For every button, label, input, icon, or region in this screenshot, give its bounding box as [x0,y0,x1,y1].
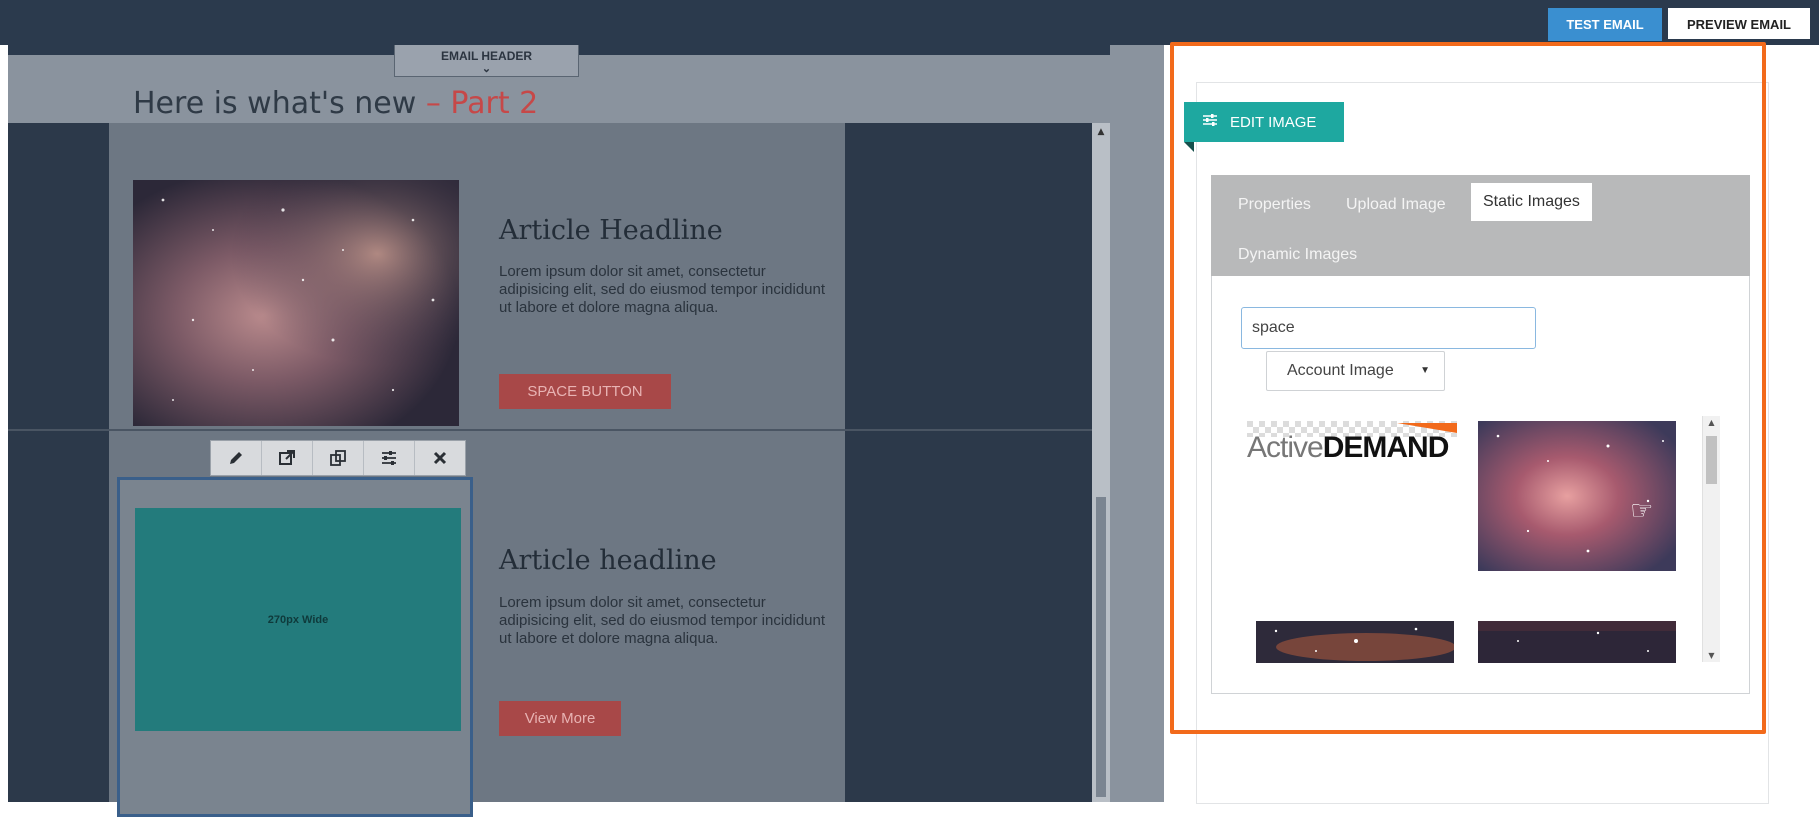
image-source-value: Account Image [1287,362,1394,379]
email-header-label: EMAIL HEADER [440,49,533,63]
caret-down-icon: ▼ [1420,365,1430,376]
image-source-select[interactable]: Account Image ▼ [1266,351,1445,391]
ribbon-fold [1184,142,1194,152]
gallery-scrollbar-thumb[interactable] [1706,436,1717,484]
editor-scrollbar[interactable]: ▲ [1092,123,1110,802]
edit-image-header: EDIT IMAGE [1184,102,1344,152]
email-header-toggle[interactable]: EMAIL HEADER ⌄ [394,45,579,77]
section-divider [8,429,1092,431]
block-toolbar [210,440,466,476]
section-title: Here is what's new – Part 2 [133,86,538,121]
image-placeholder[interactable]: 270px Wide [135,508,461,731]
top-bar [0,0,1819,45]
sliders-icon [1202,113,1218,131]
space-button[interactable]: SPACE BUTTON [499,374,671,409]
pencil-icon[interactable] [211,441,262,475]
scroll-up-icon[interactable]: ▲ [1703,418,1720,427]
placeholder-label: 270px Wide [267,613,329,626]
article-body-2[interactable]: Lorem ipsum dolor sit amet, consectetur … [499,594,829,648]
sliders-icon[interactable] [364,441,415,475]
scrollbar-thumb[interactable] [1096,497,1106,797]
section-title-main: Here is what's new [133,86,417,121]
section-title-part: Part 2 [450,86,539,121]
email-background-left [8,123,109,802]
scroll-down-icon[interactable]: ▼ [1703,651,1720,660]
gallery-image-space-2[interactable] [1256,621,1454,663]
activedemand-logo: ActiveDEMAND [1247,431,1450,465]
edit-image-label: EDIT IMAGE [1230,113,1317,131]
space-image[interactable] [133,180,459,426]
external-link-icon[interactable] [262,441,313,475]
gallery-image-space-3[interactable] [1478,621,1676,663]
hand-cursor-icon: ☞ [1630,496,1654,526]
tab-dynamic-images[interactable]: Dynamic Images [1238,246,1357,264]
article-body-1[interactable]: Lorem ipsum dolor sit amet, consectetur … [499,263,829,317]
preview-email-button[interactable]: PREVIEW EMAIL [1667,7,1811,40]
gallery-scrollbar[interactable]: ▲ ▼ [1702,416,1720,662]
article-headline-1[interactable]: Article Headline [499,215,723,246]
tab-static-images[interactable]: Static Images [1471,183,1592,221]
article-headline-2[interactable]: Article headline [499,545,717,576]
logo-text-bold: DEMAND [1322,431,1450,464]
test-email-button[interactable]: TEST EMAIL [1548,8,1662,41]
tab-upload-image[interactable]: Upload Image [1346,196,1446,214]
tab-properties[interactable]: Properties [1238,196,1311,214]
email-background-right [845,123,1092,802]
image-search-input[interactable] [1241,307,1536,349]
chevron-down-icon: ⌄ [481,63,492,75]
duplicate-icon[interactable] [313,441,364,475]
section-title-dash: – [416,86,451,121]
view-more-button[interactable]: View More [499,701,621,736]
close-icon[interactable] [415,441,465,475]
gallery-image-logo[interactable]: ActiveDEMAND [1247,421,1457,493]
scroll-up-icon[interactable]: ▲ [1092,127,1110,137]
logo-text-light: Active [1247,431,1324,464]
